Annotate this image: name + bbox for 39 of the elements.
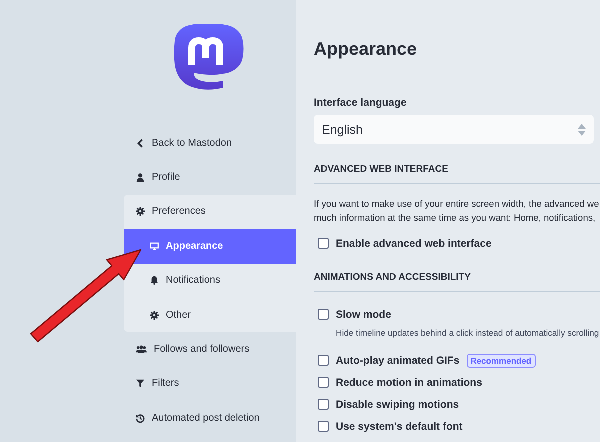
people-icon (136, 345, 147, 354)
option-label: Reduce motion in animations (336, 376, 482, 388)
sidebar-item[interactable]: Notifications (124, 264, 296, 298)
person-icon (136, 173, 145, 182)
select-arrows-icon (578, 124, 586, 136)
bell-icon (150, 276, 159, 286)
section-description: If you want to make use of your entire screen width, the advanced we much information at the same time as you want: Home, notifications, (314, 198, 600, 225)
checkbox[interactable] (318, 355, 329, 366)
sidebar-item[interactable]: Profile (124, 160, 296, 195)
sidebar-item[interactable]: Other (124, 298, 296, 332)
option-label: Slow mode (336, 308, 392, 320)
monitor-icon (150, 242, 159, 251)
section-heading: ADVANCED WEB INTERFACE (314, 164, 600, 184)
page-title: Appearance (314, 39, 418, 60)
section-heading: ANIMATIONS AND ACCESSIBILITY (314, 272, 600, 292)
checkbox[interactable] (318, 421, 329, 432)
sidebar-item[interactable]: Follows and followers (124, 332, 296, 367)
option-label: Auto-play animated GIFs (336, 354, 460, 366)
sidebar-item[interactable]: Automated post deletion (124, 401, 296, 436)
sidebar-item[interactable]: Preferences (124, 194, 296, 230)
history-icon (136, 414, 145, 423)
option-label: Use system's default font (336, 420, 463, 432)
sidebar-item[interactable]: Back to Mastodon (124, 126, 296, 160)
chevron-left-icon (136, 138, 145, 148)
checkbox[interactable] (318, 399, 329, 410)
checkbox[interactable] (318, 377, 329, 388)
settings-icon (136, 207, 145, 216)
recommended-tag: Recommended (466, 354, 536, 368)
filter-icon (136, 379, 145, 388)
field-label: Interface language (314, 97, 408, 109)
option-label: Enable advanced web interface (336, 238, 492, 250)
checkbox[interactable] (318, 238, 329, 249)
option-label: Disable swiping motions (336, 398, 460, 410)
sidebar-item[interactable]: Filters (124, 366, 296, 402)
option-hint: Hide timeline updates behind a click instead of automatically scrolling (335, 328, 600, 338)
checkbox[interactable] (318, 309, 329, 320)
settings-icon (150, 310, 159, 320)
sidebar-item[interactable]: Appearance (124, 229, 296, 264)
language-select[interactable]: English (314, 115, 594, 144)
